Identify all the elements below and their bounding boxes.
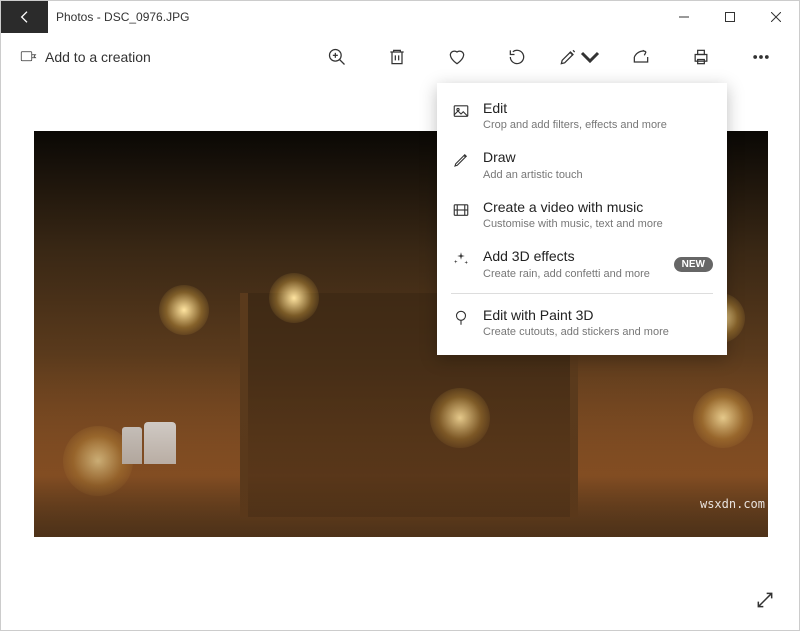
delete-button[interactable]: [367, 33, 427, 81]
window-title: Photos - DSC_0976.JPG: [48, 10, 661, 24]
maximize-button[interactable]: [707, 1, 753, 33]
more-icon: [751, 47, 771, 67]
edit-dropdown-menu: Edit Crop and add filters, effects and m…: [437, 83, 727, 355]
maximize-icon: [725, 12, 735, 22]
film-icon: [452, 201, 470, 219]
menu-title: Add 3D effects: [483, 247, 662, 265]
expand-icon: [755, 590, 775, 610]
menu-item-draw[interactable]: Draw Add an artistic touch: [437, 140, 727, 189]
zoom-button[interactable]: [307, 33, 367, 81]
share-button[interactable]: [611, 33, 671, 81]
new-badge: NEW: [674, 257, 713, 272]
fullscreen-button[interactable]: [755, 590, 783, 618]
menu-item-video[interactable]: Create a video with music Customise with…: [437, 190, 727, 239]
back-button[interactable]: [1, 1, 48, 33]
chevron-down-icon: [580, 47, 600, 67]
edit-dropdown-button[interactable]: [547, 33, 611, 81]
menu-title: Edit: [483, 99, 713, 117]
menu-desc: Customise with music, text and more: [483, 217, 713, 231]
menu-title: Edit with Paint 3D: [483, 306, 713, 324]
menu-item-3d-effects[interactable]: Add 3D effects Create rain, add confetti…: [437, 239, 727, 288]
image-icon: [452, 102, 470, 120]
add-to-creation-label: Add to a creation: [45, 49, 151, 65]
print-icon: [691, 47, 711, 67]
back-arrow-icon: [17, 9, 33, 25]
menu-desc: Crop and add filters, effects and more: [483, 118, 713, 132]
minimize-icon: [679, 12, 689, 22]
print-button[interactable]: [671, 33, 731, 81]
minimize-button[interactable]: [661, 1, 707, 33]
menu-item-edit[interactable]: Edit Crop and add filters, effects and m…: [437, 91, 727, 140]
window-controls: [661, 1, 799, 33]
menu-desc: Create rain, add confetti and more: [483, 267, 662, 281]
zoom-icon: [327, 47, 347, 67]
more-button[interactable]: [731, 33, 791, 81]
edit-tools-icon: [558, 47, 578, 67]
sparkle-icon: [452, 250, 470, 268]
menu-desc: Create cutouts, add stickers and more: [483, 325, 713, 339]
titlebar: Photos - DSC_0976.JPG: [1, 1, 799, 33]
close-button[interactable]: [753, 1, 799, 33]
menu-title: Create a video with music: [483, 198, 713, 216]
watermark: wsxdn.com: [700, 497, 765, 511]
rotate-icon: [507, 47, 527, 67]
menu-title: Draw: [483, 148, 713, 166]
rotate-button[interactable]: [487, 33, 547, 81]
menu-desc: Add an artistic touch: [483, 168, 713, 182]
toolbar: Add to a creation: [1, 33, 799, 81]
favorite-button[interactable]: [427, 33, 487, 81]
pen-icon: [452, 151, 470, 169]
trash-icon: [387, 47, 407, 67]
share-icon: [631, 47, 651, 67]
add-to-creation-button[interactable]: Add to a creation: [9, 42, 161, 72]
balloon-icon: [452, 309, 470, 327]
close-icon: [771, 12, 781, 22]
menu-item-paint3d[interactable]: Edit with Paint 3D Create cutouts, add s…: [437, 298, 727, 347]
heart-icon: [447, 47, 467, 67]
menu-separator: [451, 293, 713, 294]
add-creation-icon: [19, 48, 37, 66]
